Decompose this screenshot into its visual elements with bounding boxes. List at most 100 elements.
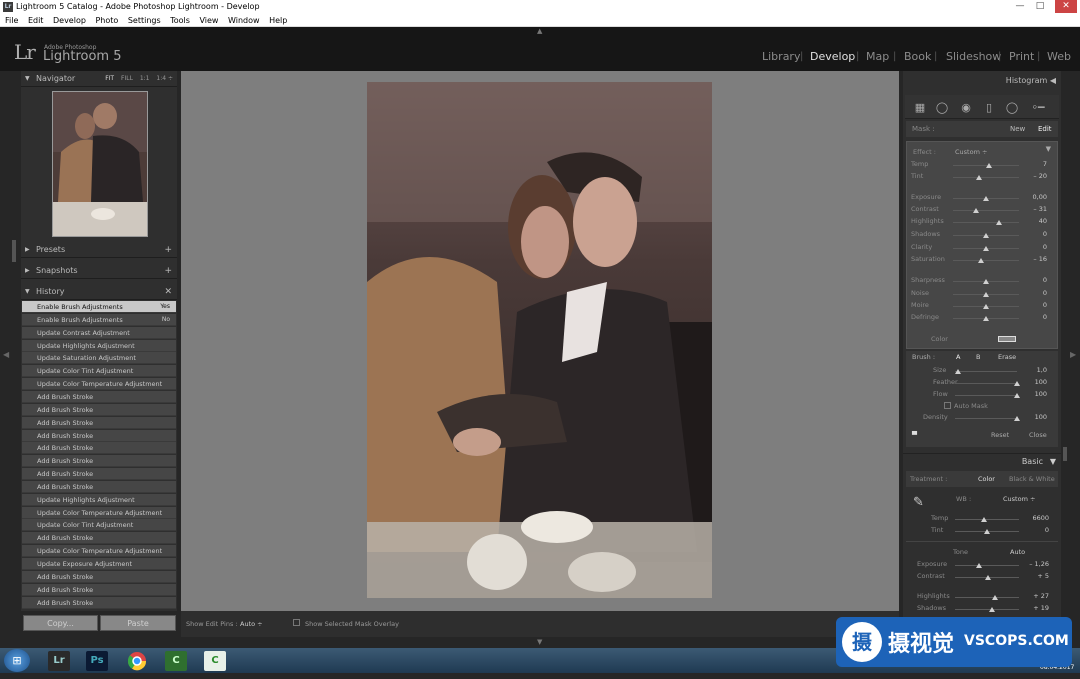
auto-mask-checkbox[interactable] <box>944 402 951 409</box>
show-edit-pins-select[interactable]: Auto ÷ <box>240 620 263 628</box>
spot-removal-icon[interactable]: ◯ <box>934 101 950 115</box>
history-item[interactable]: Update Color Tint Adjustment <box>22 519 176 532</box>
effect-moire-slider-thumb[interactable] <box>983 304 989 309</box>
left-panel-toggle-icon[interactable]: ◀ <box>3 350 9 359</box>
history-item[interactable]: Add Brush Stroke <box>22 442 176 455</box>
effect-contrast-slider[interactable] <box>953 210 1019 211</box>
lightroom-taskbar-icon[interactable]: Lr <box>48 651 70 671</box>
history-item[interactable]: Add Brush Stroke <box>22 480 176 493</box>
effect-defringe-value[interactable]: 0 <box>1017 313 1047 321</box>
brush-size-slider-thumb[interactable] <box>955 369 962 374</box>
effect-tint-value[interactable]: – 20 <box>1017 172 1047 180</box>
nav-1to1-option[interactable]: 1:1 <box>140 75 150 82</box>
menu-view[interactable]: View <box>199 16 218 25</box>
menu-settings[interactable]: Settings <box>128 16 161 25</box>
treatment-bw-button[interactable]: Black & White <box>1009 471 1055 487</box>
tone-contrast-value[interactable]: + 5 <box>1019 572 1049 580</box>
basic-header[interactable]: Basic ▼ <box>903 453 1061 469</box>
module-develop[interactable]: Develop <box>810 50 855 63</box>
tone-shadows-slider-thumb[interactable] <box>989 607 996 612</box>
main-photo[interactable] <box>367 82 712 598</box>
chrome-taskbar-icon[interactable] <box>126 651 148 671</box>
history-item[interactable]: Add Brush Stroke <box>22 403 176 416</box>
effect-moire-value[interactable]: 0 <box>1017 301 1047 309</box>
history-item[interactable]: Update Color Tint Adjustment <box>22 365 176 378</box>
module-web[interactable]: Web <box>1047 50 1071 63</box>
navigator-preview[interactable] <box>52 91 148 237</box>
red-eye-icon[interactable]: ◉ <box>958 101 974 115</box>
history-item[interactable]: Update Highlights Adjustment <box>22 339 176 352</box>
adjustment-brush-icon[interactable]: ◦─ <box>1027 101 1049 115</box>
history-item[interactable]: Update Saturation Adjustment <box>22 352 176 365</box>
brush-flow-value[interactable]: 100 <box>1017 390 1047 398</box>
treatment-color-button[interactable]: Color <box>978 471 995 487</box>
graduated-filter-icon[interactable]: ▯ <box>981 101 997 115</box>
history-item[interactable]: Update Highlights Adjustment <box>22 493 176 506</box>
effect-temp-slider-thumb[interactable] <box>986 163 993 168</box>
basic-temp-value[interactable]: 6600 <box>1019 514 1049 522</box>
brush-density-value[interactable]: 100 <box>1017 413 1047 421</box>
nav-zoom-option[interactable]: 1:4 ÷ <box>156 75 173 82</box>
radial-filter-icon[interactable]: ◯ <box>1004 101 1020 115</box>
copy-button[interactable]: Copy... <box>23 615 98 631</box>
tone-exposure-slider-thumb[interactable] <box>975 563 982 568</box>
brush-a-button[interactable]: A <box>956 353 960 361</box>
tone-shadows-value[interactable]: + 19 <box>1019 604 1049 612</box>
nav-fill-option[interactable]: FILL <box>121 75 133 82</box>
effect-collapse-icon[interactable]: ▼ <box>1046 145 1051 153</box>
module-library[interactable]: Library <box>762 50 800 63</box>
histogram-header[interactable]: Histogram ◀ <box>1006 76 1056 85</box>
brush-density-slider[interactable] <box>955 418 1017 419</box>
effect-clarity-value[interactable]: 0 <box>1017 243 1047 251</box>
effect-saturation-slider-thumb[interactable] <box>977 258 984 263</box>
effect-noise-value[interactable]: 0 <box>1017 289 1047 297</box>
crop-overlay-icon[interactable]: ▦ <box>912 101 928 115</box>
effect-tint-slider-thumb[interactable] <box>976 175 983 180</box>
start-button[interactable]: ⊞ <box>4 649 30 672</box>
brush-flow-slider[interactable] <box>955 395 1017 396</box>
module-print[interactable]: Print <box>1009 50 1034 63</box>
brush-erase-button[interactable]: Erase <box>998 353 1016 361</box>
right-scrollbar[interactable] <box>1063 447 1067 461</box>
effect-highlights-slider[interactable] <box>953 222 1019 223</box>
clear-history-icon[interactable]: ✕ <box>164 284 172 300</box>
module-slideshow[interactable]: Slideshow <box>946 50 1001 63</box>
close-button[interactable]: ✕ <box>1055 0 1077 13</box>
menu-develop[interactable]: Develop <box>53 16 86 25</box>
mask-new-button[interactable]: New <box>1010 121 1025 137</box>
history-item[interactable]: Update Exposure Adjustment <box>22 558 176 570</box>
snapshots-header[interactable]: ▶ Snapshots + <box>21 263 177 279</box>
history-item[interactable]: Enable Brush Adjustments No <box>22 313 176 326</box>
history-item[interactable]: Enable Brush Adjustments Yes <box>22 301 176 313</box>
history-item[interactable]: Add Brush Stroke <box>22 532 176 545</box>
paste-button[interactable]: Paste <box>100 615 176 631</box>
effect-highlights-slider-thumb[interactable] <box>996 220 1003 225</box>
brush-feather-slider[interactable] <box>955 383 1017 384</box>
menu-file[interactable]: File <box>5 16 18 25</box>
basic-temp-slider-thumb[interactable] <box>980 517 987 522</box>
color-swatch[interactable] <box>998 336 1016 342</box>
menu-photo[interactable]: Photo <box>95 16 118 25</box>
basic-temp-slider[interactable] <box>955 519 1019 520</box>
history-item[interactable]: Update Color Temperature Adjustment <box>22 506 176 519</box>
tone-highlights-slider[interactable] <box>955 597 1019 598</box>
minimize-button[interactable]: — <box>1012 0 1028 13</box>
effect-contrast-value[interactable]: – 31 <box>1017 205 1047 213</box>
navigator-header[interactable]: ▼ Navigator FIT FILL 1:1 1:4 ÷ <box>21 71 177 87</box>
effect-defringe-slider-thumb[interactable] <box>983 316 989 321</box>
photoshop-taskbar-icon[interactable]: Ps <box>86 651 108 671</box>
tone-highlights-slider-thumb[interactable] <box>991 595 998 600</box>
add-snapshot-icon[interactable]: + <box>164 263 172 279</box>
history-item[interactable]: Add Brush Stroke <box>22 390 176 403</box>
effect-sharpness-value[interactable]: 0 <box>1017 276 1047 284</box>
history-item[interactable]: Update Color Temperature Adjustment <box>22 378 176 391</box>
close-mask-button[interactable]: Close <box>1029 431 1047 439</box>
effect-contrast-slider-thumb[interactable] <box>973 208 980 213</box>
maximize-button[interactable]: □ <box>1032 0 1048 13</box>
effect-exposure-value[interactable]: 0,00 <box>1017 193 1047 201</box>
camtasia-recorder-taskbar-icon[interactable]: C <box>204 651 226 671</box>
menu-edit[interactable]: Edit <box>28 16 44 25</box>
effect-shadows-value[interactable]: 0 <box>1017 230 1047 238</box>
history-item[interactable]: Add Brush Stroke <box>22 596 176 609</box>
effect-exposure-slider-thumb[interactable] <box>983 196 989 201</box>
